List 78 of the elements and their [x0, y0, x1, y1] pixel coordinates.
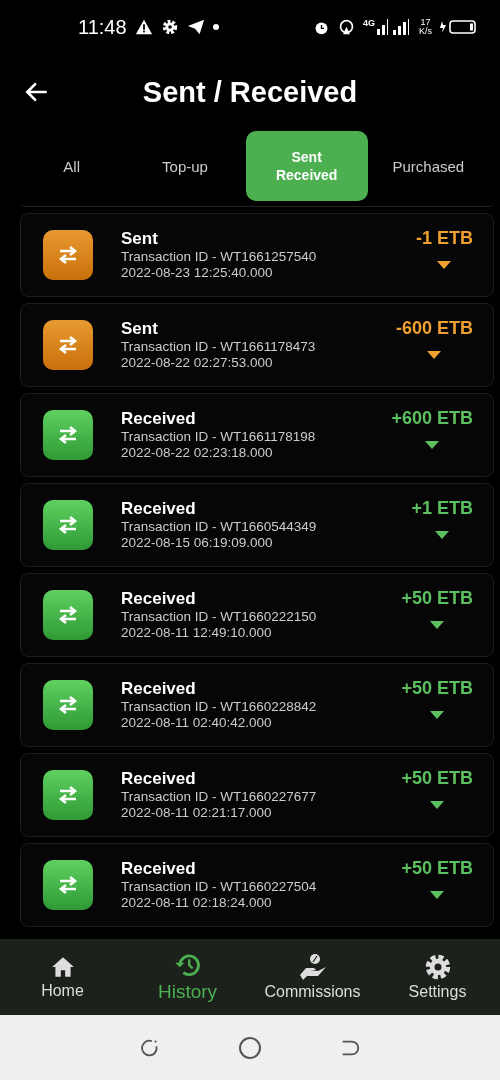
- page-title: Sent / Received: [141, 75, 359, 109]
- transfer-icon: [43, 410, 93, 460]
- transaction-date: 2022-08-15 06:19:09.000: [121, 535, 274, 551]
- battery-icon: [440, 19, 478, 35]
- transaction-amount: +600 ETB: [391, 408, 473, 429]
- transaction-type: Received: [121, 499, 197, 519]
- warning-icon: [134, 18, 153, 36]
- network-type: 4G: [362, 18, 375, 28]
- filter-tab[interactable]: Purchased: [371, 131, 485, 201]
- transaction-id: Transaction ID - WT1660544349: [121, 519, 318, 535]
- hotspot-icon: [337, 18, 355, 36]
- hand-percent-icon: [297, 953, 328, 981]
- transaction-amount: +1 ETB: [411, 498, 473, 519]
- speed-unit: K/s: [419, 27, 432, 36]
- transaction-card[interactable]: Received Transaction ID - WT1660227677 2022-08-11 02:21:17.000 +50 ETB: [20, 753, 494, 837]
- caret-icon[interactable]: [430, 801, 445, 809]
- transaction-amount: -600 ETB: [395, 318, 473, 339]
- transaction-amount: +50 ETB: [401, 768, 473, 789]
- transaction-amount: +50 ETB: [401, 678, 473, 699]
- caret-icon[interactable]: [430, 621, 445, 629]
- nav-item[interactable]: History: [125, 939, 250, 1015]
- gear-icon: [160, 18, 179, 36]
- caret-icon[interactable]: [430, 891, 445, 899]
- transaction-card[interactable]: Received Transaction ID - WT1661178198 2022-08-22 02:23:18.000 +600 ETB: [20, 393, 494, 477]
- caret-icon[interactable]: [437, 261, 452, 269]
- dot-icon: [212, 24, 219, 30]
- transaction-amount: -1 ETB: [416, 228, 473, 249]
- transaction-card[interactable]: Received Transaction ID - WT1660227504 2022-08-11 02:18:24.000 +50 ETB: [20, 843, 494, 927]
- nav-item[interactable]: Settings: [375, 939, 500, 1015]
- transaction-amount: +50 ETB: [401, 858, 473, 879]
- settings-icon: [423, 953, 452, 981]
- transfer-icon: [43, 860, 93, 910]
- transaction-type: Received: [121, 409, 197, 429]
- status-time: 11:48: [78, 15, 127, 39]
- transaction-type: Received: [121, 679, 197, 699]
- transfer-icon: [43, 770, 93, 820]
- transaction-card[interactable]: Received Transaction ID - WT1660228842 2022-08-11 02:40:42.000 +50 ETB: [20, 663, 494, 747]
- transaction-type: Received: [121, 589, 197, 609]
- transaction-date: 2022-08-11 02:40:42.000: [121, 715, 273, 731]
- transfer-icon: [43, 680, 93, 730]
- transaction-card[interactable]: Sent Transaction ID - WT1661178473 2022-08-22 02:27:53.000 -600 ETB: [20, 303, 494, 387]
- transaction-id: Transaction ID - WT1660227677: [121, 789, 318, 805]
- caret-icon[interactable]: [430, 711, 445, 719]
- transaction-date: 2022-08-11 12:49:10.000: [121, 625, 273, 641]
- transfer-icon: [43, 590, 93, 640]
- transaction-card[interactable]: Received Transaction ID - WT1660222150 2022-08-11 12:49:10.000 +50 ETB: [20, 573, 494, 657]
- paper-plane-icon: [186, 18, 205, 36]
- transaction-id: Transaction ID - WT1660228842: [121, 699, 318, 715]
- nav-item[interactable]: Home: [0, 939, 125, 1015]
- transaction-id: Transaction ID - WT1661257540: [121, 249, 318, 265]
- transaction-date: 2022-08-23 12:25:40.000: [121, 265, 274, 281]
- transfer-icon: [43, 500, 93, 550]
- caret-icon[interactable]: [425, 441, 440, 449]
- transaction-date: 2022-08-22 02:23:18.000: [121, 445, 274, 461]
- caret-icon[interactable]: [427, 351, 442, 359]
- transaction-type: Received: [121, 859, 197, 879]
- transaction-type: Received: [121, 769, 197, 789]
- transaction-id: Transaction ID - WT1660227504: [121, 879, 318, 895]
- transfer-icon: [43, 230, 93, 280]
- transaction-type: Sent: [121, 229, 159, 249]
- transaction-date: 2022-08-11 02:21:17.000: [121, 805, 273, 821]
- transfer-icon: [43, 320, 93, 370]
- transaction-id: Transaction ID - WT1660222150: [121, 609, 318, 625]
- filter-tab[interactable]: Top-up: [128, 131, 242, 201]
- home-circle-icon[interactable]: [238, 1035, 262, 1060]
- nav-item[interactable]: Commissions: [250, 939, 375, 1015]
- transaction-id: Transaction ID - WT1661178198: [121, 429, 317, 445]
- transaction-date: 2022-08-22 02:27:53.000: [121, 355, 274, 371]
- transaction-date: 2022-08-11 02:18:24.000: [121, 895, 273, 911]
- filter-tab[interactable]: All: [15, 131, 129, 201]
- transaction-amount: +50 ETB: [401, 588, 473, 609]
- caret-icon[interactable]: [435, 531, 450, 539]
- signal-icon: [377, 19, 411, 35]
- transaction-card[interactable]: Sent Transaction ID - WT1661257540 2022-08-23 12:25:40.000 -1 ETB: [20, 213, 494, 297]
- transaction-id: Transaction ID - WT1661178473: [121, 339, 317, 355]
- transaction-card[interactable]: Received Transaction ID - WT1660544349 2022-08-15 06:19:09.000 +1 ETB: [20, 483, 494, 567]
- speed-value: 17: [420, 18, 431, 27]
- transaction-type: Sent: [121, 319, 159, 339]
